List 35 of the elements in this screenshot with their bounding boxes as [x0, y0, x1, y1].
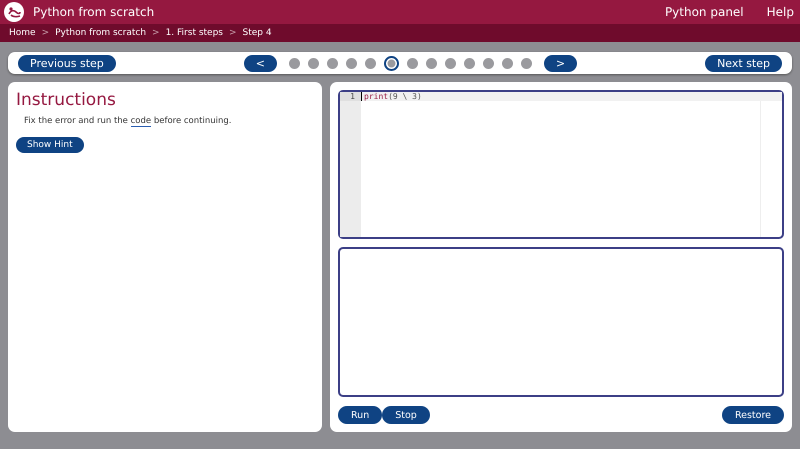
code-link[interactable]: code — [130, 116, 152, 127]
next-step-button[interactable]: Next step — [705, 54, 782, 72]
restore-button[interactable]: Restore — [722, 406, 784, 424]
breadcrumb-link[interactable]: 1. First steps — [166, 28, 223, 38]
step-dot[interactable] — [482, 58, 494, 68]
show-hint-button[interactable]: Show Hint — [16, 137, 84, 153]
breadcrumb-separator: > — [228, 28, 237, 38]
run-button[interactable]: Run — [338, 406, 382, 424]
panel-title: Instructions — [16, 90, 117, 110]
previous-arrow-button[interactable]: < — [244, 54, 277, 72]
breadcrumb-link[interactable]: Home — [9, 28, 36, 38]
code-editor[interactable]: 1 print(9 \ 3) — [338, 90, 784, 239]
step-dot[interactable] — [384, 56, 399, 70]
step-dot[interactable] — [520, 58, 532, 68]
stop-button[interactable]: Stop — [382, 406, 430, 424]
step-dot[interactable] — [288, 58, 300, 68]
step-dot[interactable] — [364, 58, 376, 68]
breadcrumb-separator: > — [42, 28, 50, 38]
menu-link[interactable]: Help — [766, 5, 794, 19]
instruction-text: Fix the error and run the code before continuing. — [24, 116, 232, 126]
step-dot[interactable] — [464, 58, 475, 68]
menu-link[interactable]: Python panel — [664, 5, 744, 19]
next-arrow-button[interactable]: > — [544, 54, 578, 72]
breadcrumb-link[interactable]: Python from scratch — [55, 28, 146, 38]
step-dot[interactable] — [346, 58, 357, 68]
breadcrumb-separator: > — [152, 28, 160, 38]
step-dot[interactable] — [308, 58, 319, 68]
step-dot[interactable] — [444, 58, 456, 68]
line-number: 1 — [340, 92, 361, 101]
step-dot[interactable] — [406, 58, 418, 68]
app-title: Python from scratch — [33, 5, 156, 19]
step-dot[interactable] — [326, 58, 338, 68]
step-dot[interactable] — [426, 58, 437, 68]
previous-step-button[interactable]: Previous step — [18, 54, 116, 72]
step-dot[interactable] — [502, 58, 513, 68]
